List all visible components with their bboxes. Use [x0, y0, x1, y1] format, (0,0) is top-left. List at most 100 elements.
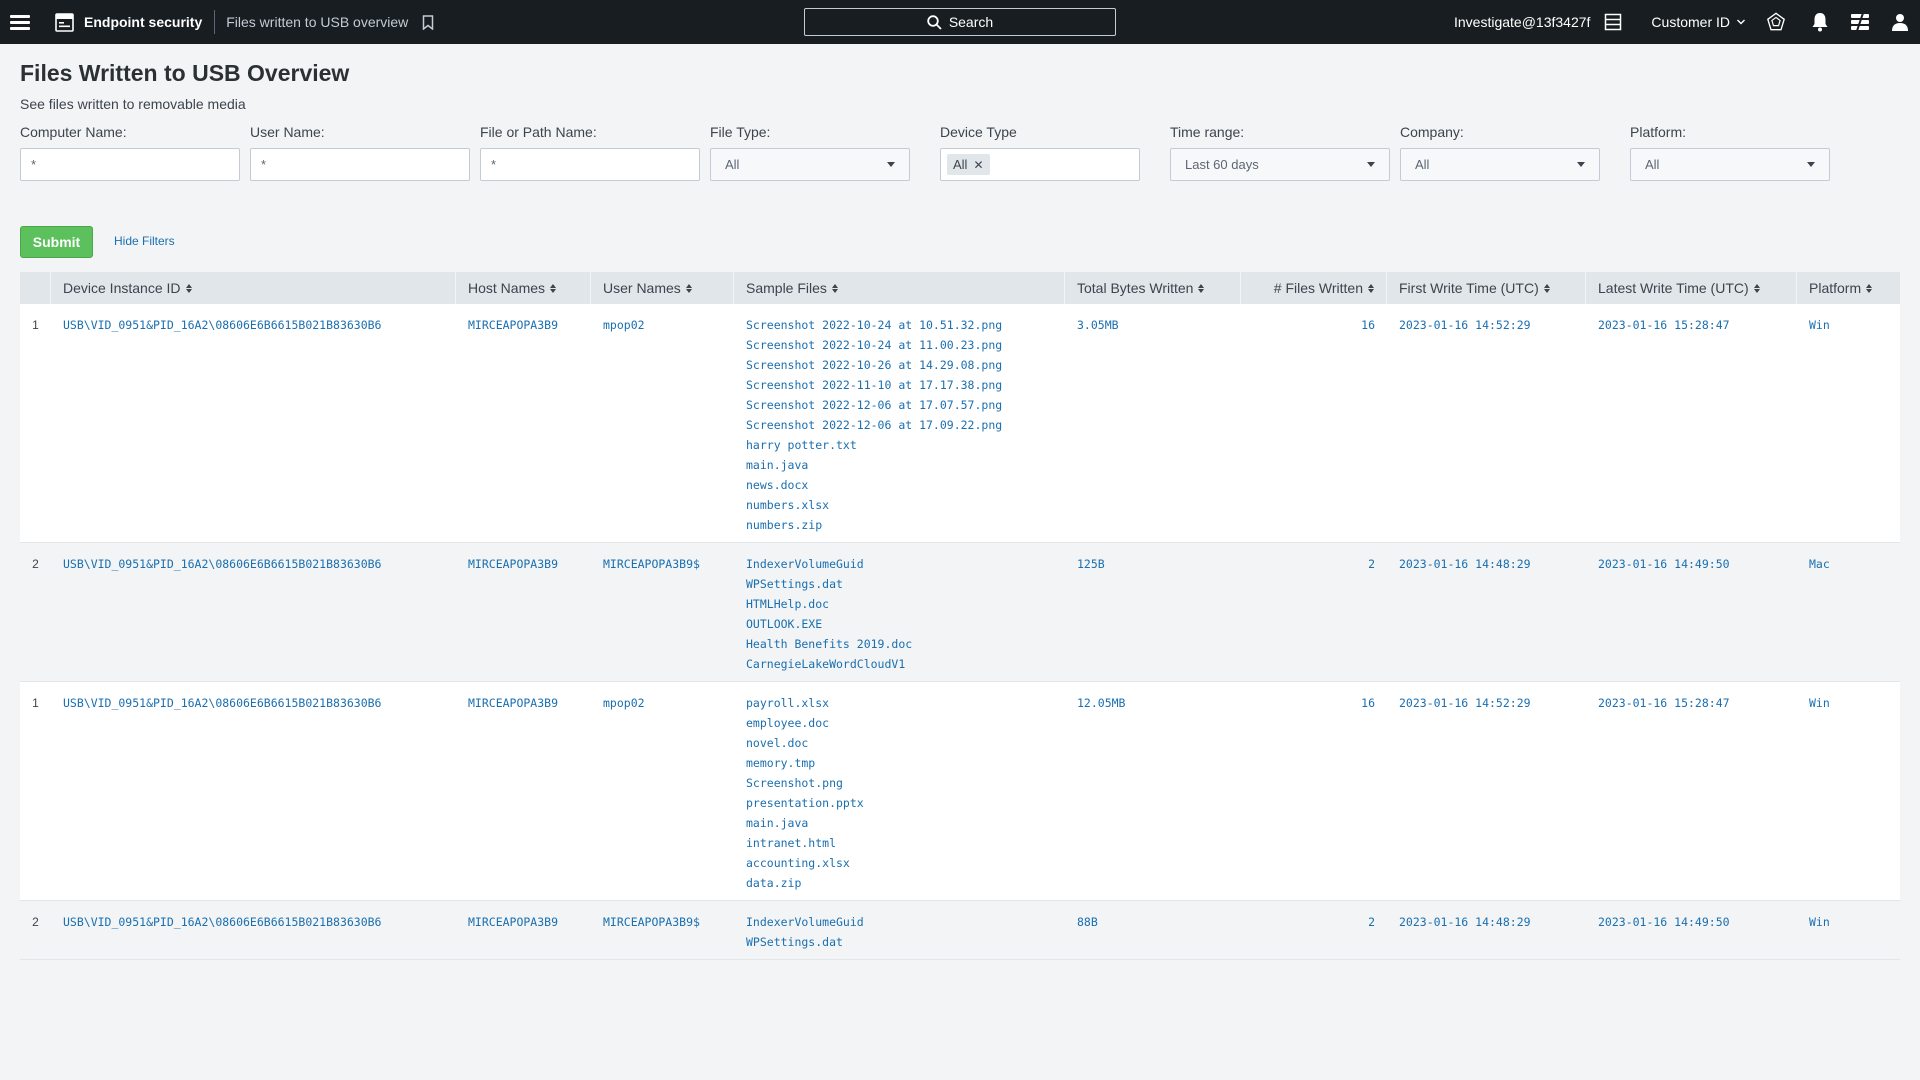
sample-file-link[interactable]: Screenshot 2022-10-24 at 11.00.23.png [746, 335, 1065, 355]
customer-id-dropdown[interactable]: Customer ID [1651, 14, 1730, 30]
first-write-time[interactable]: 2023-01-16 14:48:29 [1387, 543, 1586, 681]
sample-file-link[interactable]: main.java [746, 813, 1065, 833]
user-icon[interactable] [1890, 12, 1910, 32]
files-written-count[interactable]: 16 [1241, 304, 1387, 542]
sample-file-link[interactable]: IndexerVolumeGuid [746, 554, 1065, 574]
sample-file-link[interactable]: IndexerVolumeGuid [746, 912, 1065, 932]
filter-user-name: User Name: * [250, 124, 470, 181]
sample-file-link[interactable]: HTMLHelp.doc [746, 594, 1065, 614]
latest-write-time[interactable]: 2023-01-16 15:28:47 [1586, 682, 1797, 900]
sample-file-link[interactable]: OUTLOOK.EXE [746, 614, 1065, 634]
sample-file-link[interactable]: intranet.html [746, 833, 1065, 853]
user-name[interactable]: MIRCEAPOPA3B9$ [591, 901, 734, 959]
device-type-token-label: All [953, 157, 968, 172]
bell-icon[interactable] [1810, 12, 1830, 32]
table-row: 2 USB\VID_0951&PID_16A2\08606E6B6615B021B… [20, 543, 1900, 682]
platform-select[interactable]: All [1630, 148, 1830, 181]
sample-file-link[interactable]: WPSettings.dat [746, 574, 1065, 594]
files-written-count[interactable]: 2 [1241, 543, 1387, 681]
bookmark-icon[interactable] [422, 14, 434, 30]
sample-file-link[interactable]: Screenshot 2022-10-26 at 14.29.08.png [746, 355, 1065, 375]
column-header-host-names[interactable]: Host Names [456, 272, 591, 304]
first-write-time[interactable]: 2023-01-16 14:52:29 [1387, 304, 1586, 542]
sample-file-link[interactable]: harry potter.txt [746, 435, 1065, 455]
sample-file-link[interactable]: Screenshot 2022-10-24 at 10.51.32.png [746, 315, 1065, 335]
device-instance-id[interactable]: USB\VID_0951&PID_16A2\08606E6B6615B021B8… [51, 304, 456, 542]
sample-file-link[interactable]: Screenshot 2022-12-06 at 17.07.57.png [746, 395, 1065, 415]
column-header-index [20, 272, 51, 304]
user-name[interactable]: mpop02 [591, 304, 734, 542]
host-name[interactable]: MIRCEAPOPA3B9 [456, 682, 591, 900]
sample-file-link[interactable]: presentation.pptx [746, 793, 1065, 813]
column-header-files-written[interactable]: # Files Written [1241, 272, 1387, 304]
latest-write-time[interactable]: 2023-01-16 14:49:50 [1586, 901, 1797, 959]
computer-name-input[interactable]: * [20, 148, 240, 181]
latest-write-time[interactable]: 2023-01-16 14:49:50 [1586, 543, 1797, 681]
sample-file-link[interactable]: payroll.xlsx [746, 693, 1065, 713]
sample-file-link[interactable]: WPSettings.dat [746, 932, 1065, 952]
file-type-select[interactable]: All [710, 148, 910, 181]
total-bytes-written[interactable]: 88B [1065, 901, 1241, 959]
sample-file-link[interactable]: data.zip [746, 873, 1065, 893]
badge-icon[interactable] [1766, 12, 1786, 32]
files-written-count[interactable]: 2 [1241, 901, 1387, 959]
search-input[interactable]: Search [804, 8, 1116, 36]
platform-value[interactable]: Mac [1797, 543, 1900, 681]
user-name[interactable]: MIRCEAPOPA3B9$ [591, 543, 734, 681]
column-header-platform[interactable]: Platform [1797, 272, 1900, 304]
app-icon[interactable] [55, 12, 74, 32]
sample-file-link[interactable]: accounting.xlsx [746, 853, 1065, 873]
device-instance-id[interactable]: USB\VID_0951&PID_16A2\08606E6B6615B021B8… [51, 682, 456, 900]
device-type-multiselect[interactable]: All ✕ [940, 148, 1140, 181]
hide-filters-link[interactable]: Hide Filters [114, 234, 175, 248]
column-header-first-write-time[interactable]: First Write Time (UTC) [1387, 272, 1586, 304]
platform-value[interactable]: Win [1797, 304, 1900, 542]
total-bytes-written[interactable]: 3.05MB [1065, 304, 1241, 542]
sample-file-link[interactable]: numbers.xlsx [746, 495, 1065, 515]
device-instance-id[interactable]: USB\VID_0951&PID_16A2\08606E6B6615B021B8… [51, 901, 456, 959]
user-account-label[interactable]: Investigate@13f3427f [1454, 14, 1590, 30]
total-bytes-written[interactable]: 12.05MB [1065, 682, 1241, 900]
hamburger-icon[interactable] [10, 14, 30, 30]
latest-write-time[interactable]: 2023-01-16 15:28:47 [1586, 304, 1797, 542]
platform-value[interactable]: Win [1797, 901, 1900, 959]
files-written-count[interactable]: 16 [1241, 682, 1387, 900]
time-range-select[interactable]: Last 60 days [1170, 148, 1390, 181]
sample-file-link[interactable]: memory.tmp [746, 753, 1065, 773]
first-write-time[interactable]: 2023-01-16 14:48:29 [1387, 901, 1586, 959]
host-name[interactable]: MIRCEAPOPA3B9 [456, 304, 591, 542]
column-header-sample-files[interactable]: Sample Files [734, 272, 1065, 304]
sample-file-link[interactable]: Screenshot 2022-12-06 at 17.09.22.png [746, 415, 1065, 435]
first-write-time[interactable]: 2023-01-16 14:52:29 [1387, 682, 1586, 900]
platform-value[interactable]: Win [1797, 682, 1900, 900]
company-select[interactable]: All [1400, 148, 1600, 181]
app-name[interactable]: Endpoint security [84, 14, 202, 30]
sample-file-link[interactable]: employee.doc [746, 713, 1065, 733]
user-name-input[interactable]: * [250, 148, 470, 181]
sample-file-link[interactable]: novel.doc [746, 733, 1065, 753]
host-name[interactable]: MIRCEAPOPA3B9 [456, 901, 591, 959]
file-path-input[interactable]: * [480, 148, 700, 181]
sample-file-link[interactable]: numbers.zip [746, 515, 1065, 535]
messages-icon[interactable] [1850, 12, 1870, 32]
chevron-down-icon[interactable] [1736, 17, 1746, 27]
column-header-device-instance-id[interactable]: Device Instance ID [51, 272, 456, 304]
sample-file-link[interactable]: Health Benefits 2019.doc [746, 634, 1065, 654]
layout-icon[interactable] [1603, 12, 1623, 32]
sample-file-link[interactable]: Screenshot.png [746, 773, 1065, 793]
submit-button[interactable]: Submit [20, 226, 93, 258]
column-header-latest-write-time[interactable]: Latest Write Time (UTC) [1586, 272, 1797, 304]
device-instance-id[interactable]: USB\VID_0951&PID_16A2\08606E6B6615B021B8… [51, 543, 456, 681]
sample-file-link[interactable]: Screenshot 2022-11-10 at 17.17.38.png [746, 375, 1065, 395]
sample-file-link[interactable]: main.java [746, 455, 1065, 475]
company-label: Company: [1400, 124, 1464, 140]
sample-file-link[interactable]: CarnegieLakeWordCloudV1 [746, 654, 1065, 674]
column-header-user-names[interactable]: User Names [591, 272, 734, 304]
remove-token-icon[interactable]: ✕ [973, 158, 983, 172]
total-bytes-written[interactable]: 125B [1065, 543, 1241, 681]
column-header-total-bytes[interactable]: Total Bytes Written [1065, 272, 1241, 304]
host-name[interactable]: MIRCEAPOPA3B9 [456, 543, 591, 681]
device-type-label: Device Type [940, 124, 1017, 140]
sample-file-link[interactable]: news.docx [746, 475, 1065, 495]
user-name[interactable]: mpop02 [591, 682, 734, 900]
